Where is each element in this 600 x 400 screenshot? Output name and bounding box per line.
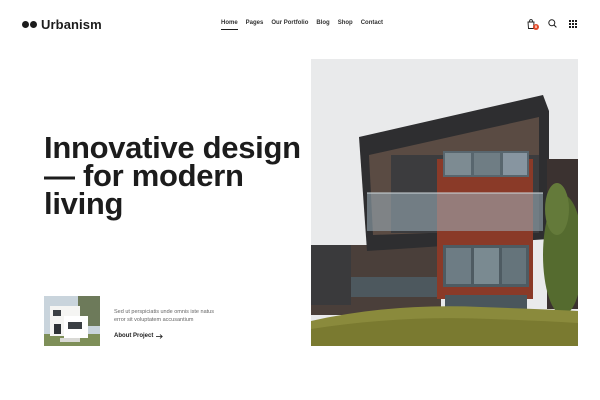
menu-button[interactable] [568,18,578,29]
nav-item-home[interactable]: Home [221,20,238,30]
cart-count-badge: 0 [533,24,539,30]
nav-item-portfolio[interactable]: Our Portfolio [271,20,308,30]
search-button[interactable] [547,18,557,29]
nav-item-shop[interactable]: Shop [338,20,353,30]
logo[interactable]: Urbanism [22,17,102,32]
project-text: Sed ut perspiciatis unde omnis iste natu… [114,296,224,346]
header-actions: 0 [526,18,578,30]
project-thumbnail[interactable] [44,296,100,346]
about-project-label: About Project [114,333,154,339]
site-header: Urbanism Home Pages Our Portfolio Blog S… [0,0,600,48]
hero-image [311,59,578,346]
project-teaser: Sed ut perspiciatis unde omnis iste natu… [44,296,224,346]
search-icon [547,19,557,28]
nav-item-pages[interactable]: Pages [246,20,264,30]
brand-name: Urbanism [41,17,102,32]
arrow-right-icon [156,333,164,339]
logo-mark-icon [22,21,37,28]
main-nav: Home Pages Our Portfolio Blog Shop Conta… [221,20,383,30]
hero-title: Innovative design — for modern living [44,130,301,221]
project-description: Sed ut perspiciatis unde omnis iste natu… [114,309,214,323]
about-project-link[interactable]: About Project [114,333,164,339]
nav-item-contact[interactable]: Contact [361,20,383,30]
nav-item-blog[interactable]: Blog [316,20,329,30]
grid-menu-icon [569,19,577,28]
cart-button[interactable]: 0 [526,18,539,30]
